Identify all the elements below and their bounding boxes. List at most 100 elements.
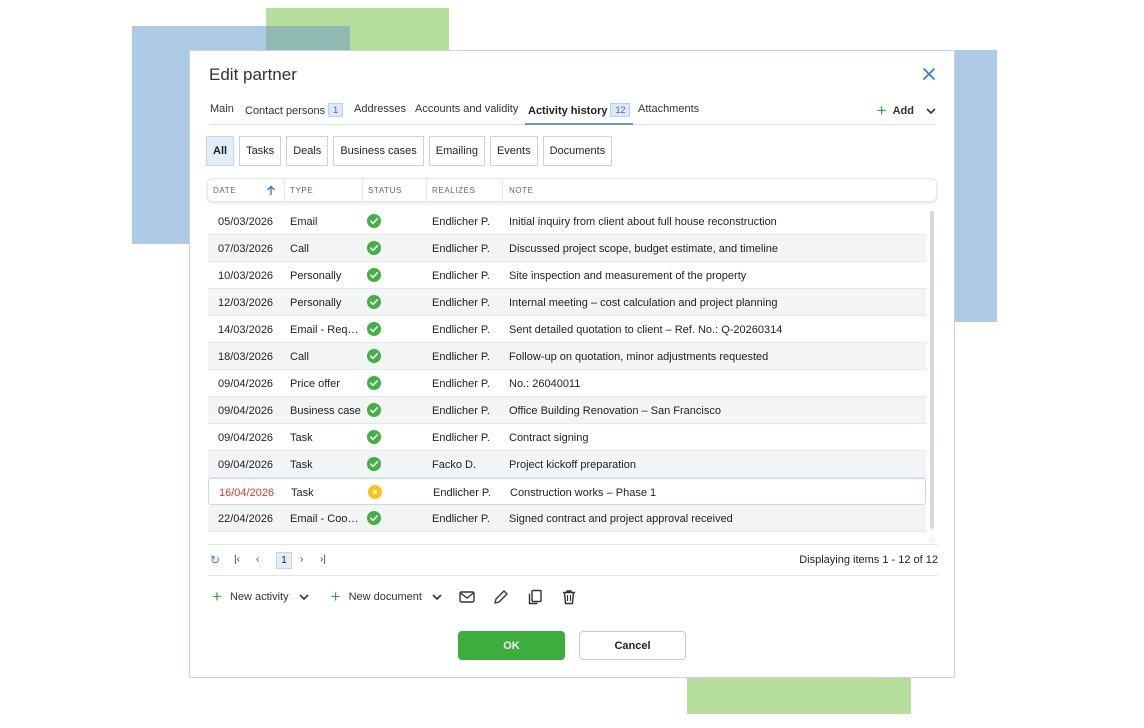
prev-page-icon[interactable]: ‹ (256, 554, 259, 565)
check-circle-icon (367, 322, 381, 336)
filter-business-cases[interactable]: Business cases (333, 136, 424, 166)
table-row[interactable]: 09/04/2026 Task Endlicher P. Contract signi… (208, 424, 926, 451)
table-row[interactable]: 05/03/2026 Email Endlicher P. Initial inqui… (208, 208, 926, 235)
tab-main[interactable]: Main (210, 103, 234, 115)
table-row[interactable]: 07/03/2026 Call Endlicher P. Discussed proj… (208, 235, 926, 262)
cell-date: 10/03/2026 (218, 270, 274, 282)
cell-realizes: Endlicher P. (432, 270, 490, 282)
cell-date: 18/03/2026 (218, 351, 274, 363)
table-row[interactable]: 18/03/2026 Call Endlicher P. Follow-up on q… (208, 343, 926, 370)
cell-note: Follow-up on quotation, minor adjustment… (509, 351, 769, 363)
filter-emailing[interactable]: Emailing (428, 136, 485, 166)
add-button[interactable]: + Add (877, 102, 936, 119)
play-circle-icon (368, 485, 382, 499)
pager-info: Displaying items 1 - 12 of 12 (799, 554, 938, 566)
cancel-button[interactable]: Cancel (579, 631, 686, 660)
next-page-icon[interactable]: › (300, 554, 303, 565)
table-row[interactable]: 16/04/2026 Task Endlicher P. Construction w… (208, 478, 926, 505)
tab-attachments[interactable]: Attachments (638, 103, 699, 115)
close-icon[interactable] (922, 67, 936, 81)
check-circle-icon (367, 214, 381, 228)
activity-grid: 05/03/2026 Email Endlicher P. Initial inqui… (208, 208, 926, 532)
filter-documents[interactable]: Documents (542, 136, 613, 166)
plus-icon: + (212, 587, 222, 606)
tab-activity-history[interactable]: Activity history 12 (528, 103, 631, 117)
table-row[interactable]: 12/03/2026 Personally Endlicher P. Internal… (208, 289, 926, 316)
tab-accounts-and-validity[interactable]: Accounts and validity (415, 103, 518, 115)
filter-deals[interactable]: Deals (286, 136, 329, 166)
column-header-note[interactable]: NOTE (509, 186, 534, 195)
cell-realizes: Endlicher P. (432, 243, 490, 255)
cell-date: 16/04/2026 (219, 487, 275, 499)
current-page[interactable]: 1 (276, 552, 292, 569)
filter-tasks[interactable]: Tasks (239, 136, 282, 166)
check-circle-icon (367, 457, 381, 471)
cell-type: Personally (290, 297, 342, 309)
last-page-icon[interactable]: ›| (320, 554, 326, 565)
new-activity-button[interactable]: + New activity (212, 587, 309, 606)
cell-note: Internal meeting – cost calculation and … (509, 297, 778, 309)
cell-realizes: Endlicher P. (432, 351, 490, 363)
cell-date: 09/04/2026 (218, 405, 274, 417)
sort-asc-icon[interactable] (266, 185, 276, 196)
cell-date: 09/04/2026 (218, 432, 274, 444)
column-separator[interactable] (362, 179, 363, 202)
table-row[interactable]: 09/04/2026 Price offer Endlicher P. No.: 26… (208, 370, 926, 397)
pencil-icon[interactable] (492, 588, 510, 606)
chevron-down-icon[interactable] (299, 593, 309, 601)
chevron-down-icon[interactable] (432, 593, 442, 601)
active-tab-underline (525, 123, 633, 125)
copy-icon[interactable] (526, 588, 544, 606)
plus-icon: + (330, 587, 341, 606)
column-header-type[interactable]: TYPE (290, 186, 313, 195)
check-circle-icon (367, 268, 381, 282)
cell-note: Project kickoff preparation (509, 459, 636, 471)
cell-date: 07/03/2026 (218, 243, 274, 255)
column-header-date[interactable]: DATE (213, 186, 236, 195)
filter-bar: All Tasks Deals Business cases Emailing … (206, 136, 613, 166)
new-document-button[interactable]: + New document (330, 587, 442, 606)
cell-note: Contract signing (509, 432, 589, 444)
cell-note: Sent detailed quotation to client – Ref.… (509, 324, 783, 336)
table-row[interactable]: 10/03/2026 Personally Endlicher P. Site ins… (208, 262, 926, 289)
table-row[interactable]: 14/03/2026 Email - Requ... Endlicher P. Sen… (208, 316, 926, 343)
tab-contact-persons[interactable]: Contact persons 1 (245, 103, 344, 117)
cell-note: Signed contract and project approval rec… (509, 513, 733, 525)
cell-note: No.: 26040011 (509, 378, 581, 390)
tab-addresses[interactable]: Addresses (354, 103, 406, 115)
check-circle-icon (367, 430, 381, 444)
cell-date: 14/03/2026 (218, 324, 274, 336)
refresh-icon[interactable]: ↻ (210, 553, 220, 567)
cell-type: Email - Requ... (290, 324, 362, 336)
table-row[interactable]: 09/04/2026 Business case Endlicher P. Offic… (208, 397, 926, 424)
check-circle-icon (367, 241, 381, 255)
ok-button[interactable]: OK (458, 631, 565, 660)
dialog-title: Edit partner (209, 65, 297, 84)
resize-handle-icon[interactable]: .: (928, 533, 932, 542)
cell-type: Price offer (290, 378, 340, 390)
grid-scrollbar[interactable] (930, 211, 934, 529)
table-row[interactable]: 22/04/2026 Email - Coop... Endlicher P. Sig… (208, 505, 926, 532)
column-header-status[interactable]: STATUS (368, 186, 402, 195)
trash-icon[interactable] (560, 588, 578, 606)
cell-realizes: Endlicher P. (432, 378, 490, 390)
column-separator[interactable] (284, 179, 285, 202)
cell-type: Call (290, 243, 309, 255)
cell-type: Call (290, 351, 309, 363)
mail-icon[interactable] (458, 588, 476, 606)
cell-realizes: Endlicher P. (433, 487, 491, 499)
column-separator[interactable] (502, 179, 503, 202)
filter-events[interactable]: Events (489, 136, 538, 166)
cell-date: 09/04/2026 (218, 459, 274, 471)
tab-badge: 1 (328, 103, 344, 117)
first-page-icon[interactable]: |‹ (234, 554, 240, 565)
check-circle-icon (367, 403, 381, 417)
column-header-realizes[interactable]: REALIZES (432, 186, 475, 195)
chevron-down-icon[interactable] (926, 107, 936, 115)
cell-realizes: Endlicher P. (432, 216, 490, 228)
filter-all[interactable]: All (206, 136, 235, 166)
action-bar: + New activity + New document (212, 586, 578, 608)
table-row[interactable]: 09/04/2026 Task Facko D. Project kickoff pr… (208, 451, 926, 478)
column-separator[interactable] (426, 179, 427, 202)
cell-type: Business case (290, 405, 361, 417)
